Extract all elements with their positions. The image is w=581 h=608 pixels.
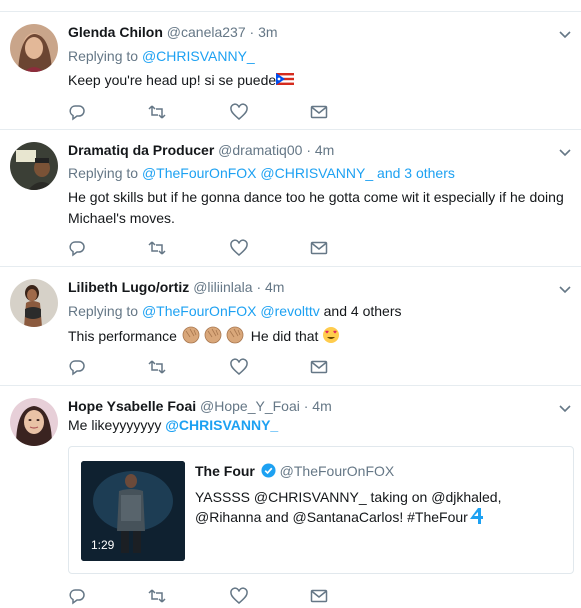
display-name[interactable]: Glenda Chilon (68, 24, 163, 40)
timestamp[interactable]: 4m (312, 398, 331, 414)
avatar[interactable] (10, 142, 58, 190)
clapping-hands-icon (181, 325, 247, 351)
replying-to-label: Replying to (68, 48, 139, 64)
replying-to: Replying to @CHRISVANNY_ (68, 48, 255, 64)
replying-to-label: Replying to (68, 303, 139, 319)
video-thumbnail[interactable]: 1:29 (81, 461, 185, 561)
reply-target-link: @TheFourOnFOX @revolttv (141, 303, 320, 319)
tweet[interactable]: Glenda Chilon @canela237 · 3m Replying t… (0, 12, 581, 130)
tweet-text: Keep you're head up! si se puede (68, 70, 573, 91)
retweet-icon[interactable] (148, 587, 168, 607)
chevron-down-icon[interactable] (557, 26, 573, 42)
heart-icon[interactable] (230, 358, 250, 378)
chevron-down-icon[interactable] (557, 400, 573, 416)
user-handle[interactable]: @dramatiq00 (218, 142, 302, 158)
tweet-header: Dramatiq da Producer @dramatiq00 · 4m (68, 142, 334, 158)
tweet-header: Hope Ysabelle Foai @Hope_Y_Foai · 4m (68, 398, 332, 414)
tweet[interactable]: Lilibeth Lugo/ortiz @liliinlala · 4m Rep… (0, 267, 581, 386)
reply-icon[interactable] (68, 103, 88, 123)
heart-icon[interactable] (230, 239, 250, 259)
retweet-icon[interactable] (148, 358, 168, 378)
separator-dot: · (249, 24, 255, 40)
envelope-icon[interactable] (310, 358, 330, 378)
user-handle[interactable]: @canela237 (167, 24, 246, 40)
the-four-logo-icon (469, 507, 483, 530)
heart-icon[interactable] (230, 587, 250, 607)
reply-target-link[interactable]: @TheFourOnFOX @CHRISVANNY_ (142, 165, 373, 181)
video-duration: 1:29 (91, 538, 115, 552)
envelope-icon[interactable] (310, 239, 330, 259)
reply-icon[interactable] (68, 239, 88, 259)
chevron-down-icon[interactable] (557, 281, 573, 297)
timestamp[interactable]: 4m (315, 142, 334, 158)
avatar[interactable] (10, 279, 58, 327)
replying-to-label: Replying to (68, 165, 139, 181)
tweet-header: Glenda Chilon @canela237 · 3m (68, 24, 278, 40)
display-name[interactable]: Hope Ysabelle Foai (68, 398, 196, 414)
retweet-icon[interactable] (148, 239, 168, 259)
tweet-text: He got skills but if he gonna dance too … (68, 189, 564, 226)
tweet-text-content: Me likeyyyyyyy (68, 417, 162, 433)
tweet-text: Me likeyyyyyyy @CHRISVANNY_ (68, 415, 573, 436)
tweet-header: Lilibeth Lugo/ortiz @liliinlala · 4m (68, 279, 284, 295)
quoted-user-handle: @TheFourOnFOX (279, 463, 395, 479)
tweet[interactable]: Dramatiq da Producer @dramatiq00 · 4m Re… (0, 130, 581, 267)
envelope-icon[interactable] (310, 103, 330, 123)
chevron-down-icon[interactable] (557, 144, 573, 160)
mention-link[interactable]: @CHRISVANNY_ (165, 417, 278, 433)
quoted-tweet-card[interactable]: 1:29 The Four @TheFourOnFOX YASSSS @CHRI… (68, 446, 574, 574)
flag-puerto-rico-icon (276, 70, 295, 88)
replying-to: Replying to @TheFourOnFOX @revolttv and … (68, 303, 401, 319)
timestamp[interactable]: 4m (265, 279, 284, 295)
tweet-text-content: This performance (68, 328, 177, 344)
separator-dot: · (303, 398, 309, 414)
envelope-icon[interactable] (310, 587, 330, 607)
retweet-icon[interactable] (148, 103, 168, 123)
heart-eyes-emoji-icon (322, 326, 340, 350)
reply-others-link[interactable]: and 3 others (377, 165, 455, 181)
quoted-tweet-header: The Four @TheFourOnFOX (195, 463, 394, 479)
reply-icon[interactable] (68, 587, 88, 607)
reply-target-link[interactable]: @CHRISVANNY_ (142, 48, 255, 64)
timestamp[interactable]: 3m (258, 24, 277, 40)
quoted-tweet-text: YASSSS @CHRISVANNY_ taking on @djkhaled,… (195, 487, 565, 530)
display-name[interactable]: Dramatiq da Producer (68, 142, 214, 158)
separator-dot: · (256, 279, 262, 295)
tweet-text-content: He did that (250, 328, 319, 344)
verified-badge-icon (261, 463, 276, 478)
user-handle[interactable]: @liliinlala (193, 279, 252, 295)
heart-icon[interactable] (230, 103, 250, 123)
user-handle[interactable]: @Hope_Y_Foai (200, 398, 300, 414)
quoted-text-content: YASSSS @CHRISVANNY_ taking on @djkhaled,… (195, 489, 502, 525)
avatar[interactable] (10, 24, 58, 72)
display-name[interactable]: Lilibeth Lugo/ortiz (68, 279, 189, 295)
reply-icon[interactable] (68, 358, 88, 378)
reply-others-link[interactable]: and 4 others (324, 303, 402, 319)
quoted-display-name: The Four (195, 463, 255, 479)
tweet-text-content: Keep you're head up! si se puede (68, 72, 277, 88)
separator-dot: · (306, 142, 311, 158)
replying-to: Replying to @TheFourOnFOX @CHRISVANNY_ a… (68, 165, 455, 181)
tweet-text: This performance He did that (68, 325, 573, 351)
avatar[interactable] (10, 398, 58, 446)
